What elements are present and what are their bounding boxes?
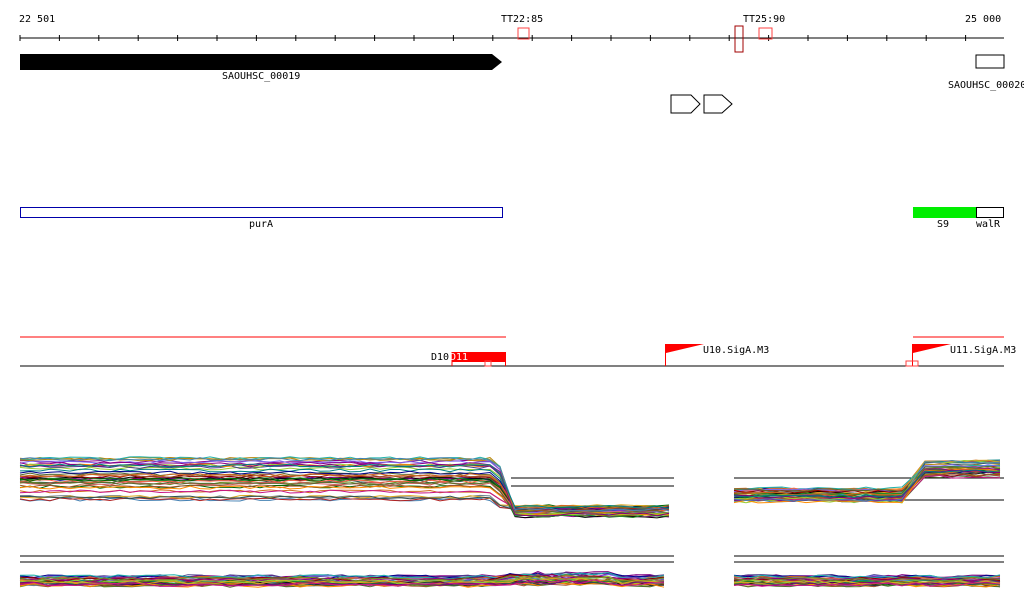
gene-label-right: SAOUHSC_00020	[948, 80, 1024, 91]
small-gene-arrow-1[interactable]	[670, 94, 701, 114]
expression-profile-upper	[19, 456, 1004, 519]
gene-arrow-right[interactable]	[975, 54, 1005, 69]
terminator-marker-2[interactable]	[734, 25, 744, 53]
ruler-start-label: 22 501	[19, 14, 56, 25]
promoter-label-U10: U10.SigA.M3	[703, 345, 770, 356]
expression-profile-lower	[19, 555, 1004, 588]
ruler-end-label: 25 000	[965, 14, 1002, 25]
promoter-label-U11: U11.SigA.M3	[950, 345, 1017, 356]
promoter-track	[20, 336, 1004, 367]
gene-label-left: SAOUHSC_00019	[222, 71, 301, 82]
coordinate-ruler	[19, 35, 1004, 41]
annotation-track	[20, 207, 1004, 218]
promoter-flag-mid[interactable]	[666, 344, 704, 353]
walR-label: walR	[976, 219, 1001, 230]
promoter-label-D11: D11	[450, 352, 469, 363]
terminator-marker-3[interactable]	[758, 27, 773, 40]
terminator-marker-1[interactable]	[517, 27, 530, 40]
S9-label: S9	[937, 219, 950, 230]
terminator-label-1: TT22:85	[501, 14, 544, 25]
terminator-markers[interactable]	[517, 25, 773, 53]
promoter-label-D10: D10	[431, 352, 450, 363]
purA-label: purA	[249, 219, 274, 230]
genome-browser-view	[19, 25, 1005, 588]
walR-feature[interactable]	[976, 207, 1004, 218]
small-gene-arrow-2[interactable]	[703, 94, 733, 114]
gene-arrow-left[interactable]	[20, 54, 502, 70]
promoter-flag-right[interactable]	[913, 344, 951, 353]
purA-feature[interactable]	[20, 207, 503, 218]
S9-feature[interactable]	[913, 207, 976, 218]
terminator-label-2: TT25:90	[743, 14, 786, 25]
gene-track	[20, 54, 1005, 114]
